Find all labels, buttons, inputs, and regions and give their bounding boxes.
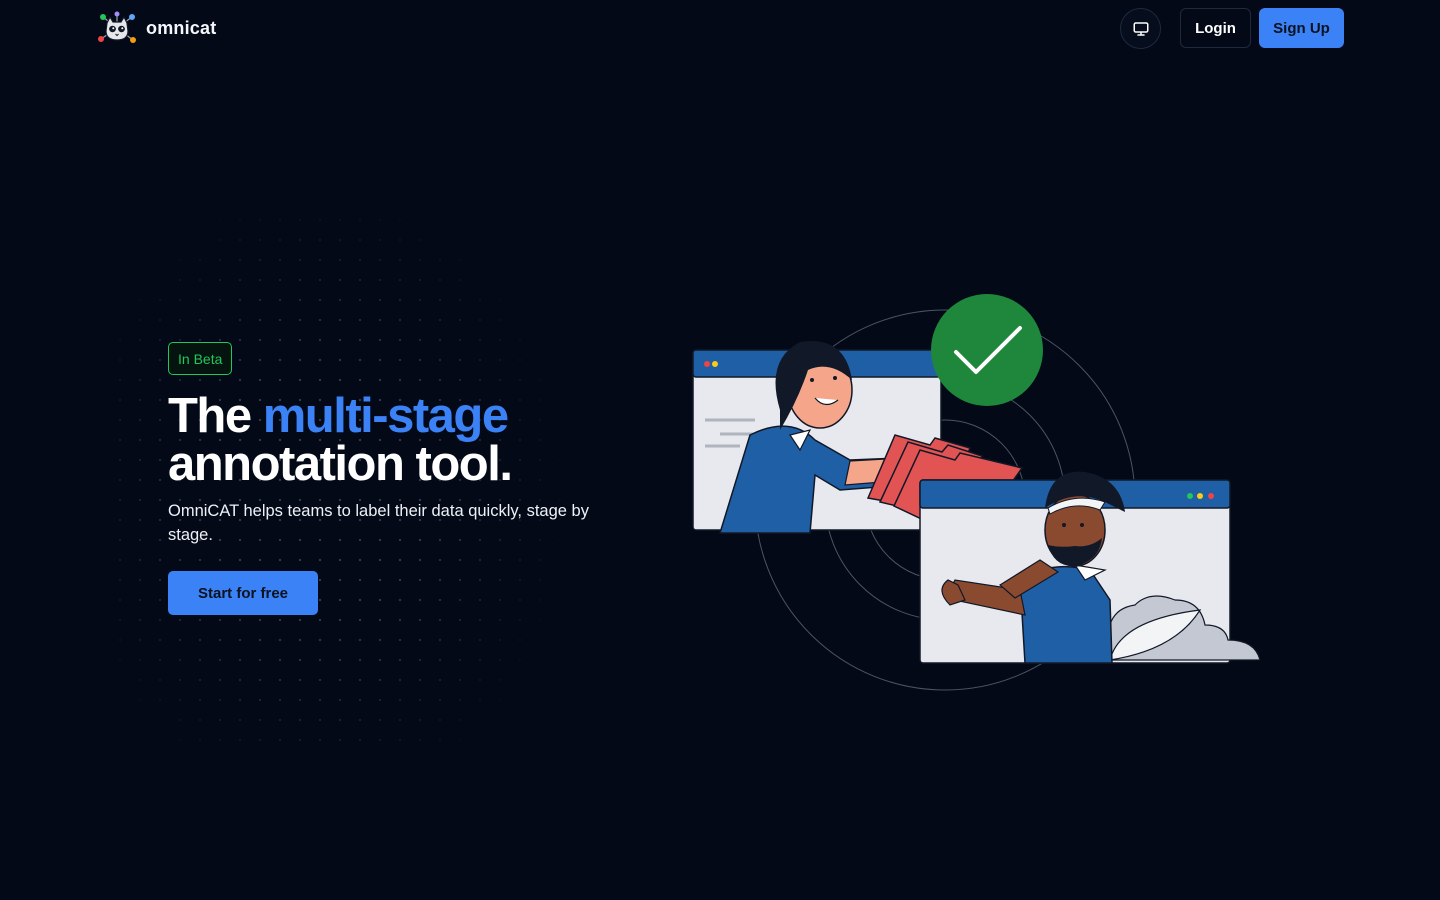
landing-page: omnicat Login Sign Up In Beta The multi-… [0,0,1440,900]
hero-title: The multi-stage annotation tool. [168,389,648,491]
hero-title-accent: multi-stage [262,389,509,443]
start-for-free-button[interactable]: Start for free [168,571,318,615]
brand-name: omnicat [146,17,217,38]
check-badge-icon [931,294,1043,406]
hero-subtitle: OmniCAT helps teams to label their data … [168,502,589,544]
hero-title-line2: annotation tool. [168,437,513,491]
signup-button[interactable]: Sign Up [1259,8,1344,48]
omnicat-logo-icon [98,11,136,43]
hero-title-prefix: The [168,389,263,443]
top-nav: omnicat Login Sign Up [0,0,1440,56]
theme-toggle-button[interactable] [1120,8,1161,49]
beta-badge: In Beta [168,342,233,375]
brand-link[interactable]: omnicat [97,11,216,45]
login-button[interactable]: Login [1180,8,1251,48]
monitor-icon [1133,21,1148,36]
data-handoff-illustration [692,294,1261,691]
